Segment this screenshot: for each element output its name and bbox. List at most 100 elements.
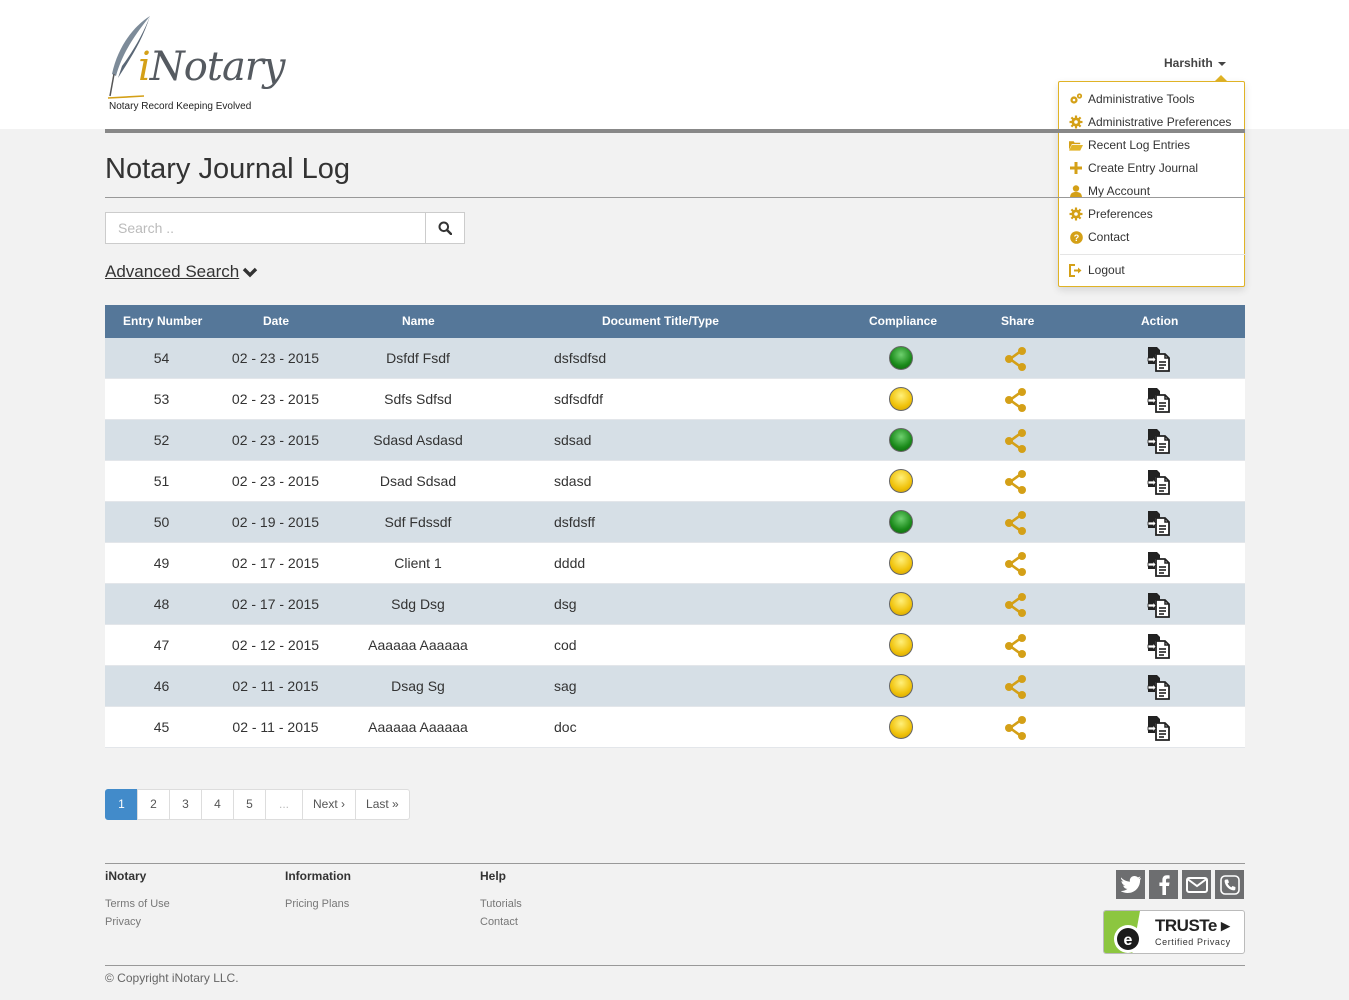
table-row: 54 02 - 23 - 2015 Dsfdf Fsdf dsfsdfsd <box>105 338 1245 379</box>
date-cell: 02 - 11 - 2015 <box>232 678 319 694</box>
footer-link-terms[interactable]: Terms of Use <box>105 898 170 910</box>
share-icon[interactable] <box>1003 428 1029 454</box>
share-icon[interactable] <box>1003 551 1029 577</box>
column-header-action[interactable]: Action <box>1141 305 1178 338</box>
name-cell: Sdfs Sdfsd <box>384 391 452 407</box>
compliance-cell <box>889 625 917 665</box>
footer-link-contact[interactable]: Contact <box>480 916 518 928</box>
share-icon[interactable] <box>1003 592 1029 618</box>
copy-document-icon[interactable] <box>1145 592 1171 618</box>
copy-document-icon[interactable] <box>1145 428 1171 454</box>
share-icon[interactable] <box>1003 346 1029 372</box>
footer-link-pricing[interactable]: Pricing Plans <box>285 898 349 910</box>
name-cell: Sdf Fdssdf <box>384 514 452 530</box>
compliance-status-yellow-icon <box>889 592 913 616</box>
share-icon[interactable] <box>1003 715 1029 741</box>
compliance-status-green-icon <box>889 510 913 534</box>
share-icon[interactable] <box>1003 633 1029 659</box>
menu-item-recent-log-entries[interactable]: Recent Log Entries <box>1069 135 1190 155</box>
gear-icon <box>1069 207 1083 221</box>
column-header-document-title[interactable]: Document Title/Type <box>602 305 719 338</box>
page-link[interactable]: 2 <box>137 789 170 820</box>
copy-document-icon[interactable] <box>1145 715 1171 741</box>
name-cell: Sdasd Asdasd <box>373 432 463 448</box>
document-title-cell: cod <box>554 637 577 653</box>
twitter-button[interactable] <box>1116 870 1145 899</box>
copy-document-icon[interactable] <box>1145 674 1171 700</box>
search-button[interactable] <box>425 212 465 244</box>
column-header-compliance[interactable]: Compliance <box>869 305 937 338</box>
column-header-entry-number[interactable]: Entry Number <box>123 305 202 338</box>
advanced-search-toggle[interactable]: Advanced Search <box>105 262 258 282</box>
table-row: 51 02 - 23 - 2015 Dsad Sdsad sdasd <box>105 461 1245 502</box>
page-link[interactable]: 5 <box>233 789 266 820</box>
action-cell <box>1145 543 1173 583</box>
menu-item-label: Contact <box>1088 230 1130 244</box>
inotary-logo[interactable]: iNotary Notary Record Keeping Evolved <box>104 14 286 116</box>
last-page-link[interactable]: Last » <box>355 789 410 820</box>
name-cell: Sdg Dsg <box>391 596 445 612</box>
copy-document-icon[interactable] <box>1145 510 1171 536</box>
menu-item-preferences[interactable]: Preferences <box>1069 204 1153 224</box>
column-header-share[interactable]: Share <box>1001 305 1034 338</box>
date-cell: 02 - 17 - 2015 <box>231 596 320 612</box>
footer-bottom-divider <box>105 965 1245 966</box>
name-cell: Dsfdf Fsdf <box>386 350 450 366</box>
svg-text:e: e <box>1124 932 1133 949</box>
copy-document-icon[interactable] <box>1145 346 1171 372</box>
copy-document-icon[interactable] <box>1145 469 1171 495</box>
share-icon[interactable] <box>1003 387 1029 413</box>
compliance-cell <box>889 543 917 583</box>
share-icon[interactable] <box>1003 674 1029 700</box>
menu-item-administrative-tools[interactable]: Administrative Tools <box>1069 89 1195 109</box>
compliance-status-yellow-icon <box>889 715 913 739</box>
page-link[interactable]: 4 <box>201 789 234 820</box>
share-icon[interactable] <box>1003 469 1029 495</box>
plus-icon <box>1069 161 1083 175</box>
action-cell <box>1145 502 1173 542</box>
menu-item-label: My Account <box>1088 184 1151 198</box>
copy-document-icon[interactable] <box>1145 387 1171 413</box>
footer-heading-information: Information <box>285 869 351 883</box>
footer-link-tutorials[interactable]: Tutorials <box>480 898 522 910</box>
menu-item-create-entry-journal[interactable]: Create Entry Journal <box>1069 158 1198 178</box>
compliance-status-yellow-icon <box>889 674 913 698</box>
user-menu-toggle[interactable]: Harshith <box>1164 56 1226 70</box>
date-cell: 02 - 23 - 2015 <box>231 350 320 366</box>
next-page-link[interactable]: Next › <box>302 789 357 820</box>
phone-button[interactable] <box>1215 870 1244 899</box>
action-cell <box>1145 379 1173 419</box>
truste-badge[interactable]: e TRUSTe ▸ Certified Privacy <box>1103 910 1245 954</box>
entry-number-cell: 48 <box>153 596 170 612</box>
cogs-icon <box>1069 92 1083 106</box>
menu-item-contact[interactable]: ? Contact <box>1069 227 1129 247</box>
table-header: Entry Number Date Name Document Title/Ty… <box>105 305 1245 338</box>
compliance-cell <box>889 707 917 747</box>
menu-item-logout[interactable]: Logout <box>1069 260 1125 280</box>
document-title-cell: doc <box>554 719 577 735</box>
document-title-cell: dsg <box>554 596 577 612</box>
page-link[interactable]: 3 <box>169 789 202 820</box>
pagination: 1 2 3 4 5 ... Next › Last » <box>105 789 410 820</box>
column-header-date[interactable]: Date <box>263 305 289 338</box>
share-cell <box>1003 666 1031 706</box>
copy-document-icon[interactable] <box>1145 551 1171 577</box>
email-icon <box>1185 876 1208 893</box>
column-header-name[interactable]: Name <box>402 305 435 338</box>
phone-icon <box>1219 874 1240 895</box>
table-row: 52 02 - 23 - 2015 Sdasd Asdasd sdsad <box>105 420 1245 461</box>
menu-item-label: Administrative Tools <box>1088 92 1195 106</box>
journal-table-body: 54 02 - 23 - 2015 Dsfdf Fsdf dsfsdfsd 53 02 -… <box>105 338 1245 748</box>
email-button[interactable] <box>1182 870 1211 899</box>
compliance-cell <box>889 379 917 419</box>
page-link-current[interactable]: 1 <box>105 789 138 820</box>
compliance-cell <box>889 338 917 378</box>
share-icon[interactable] <box>1003 510 1029 536</box>
menu-item-my-account[interactable]: My Account <box>1069 181 1150 201</box>
copy-document-icon[interactable] <box>1145 633 1171 659</box>
facebook-button[interactable] <box>1149 870 1178 899</box>
search-input[interactable] <box>105 212 426 244</box>
footer-link-privacy[interactable]: Privacy <box>105 916 141 928</box>
entry-number-cell: 49 <box>153 555 170 571</box>
user-icon <box>1069 184 1083 198</box>
